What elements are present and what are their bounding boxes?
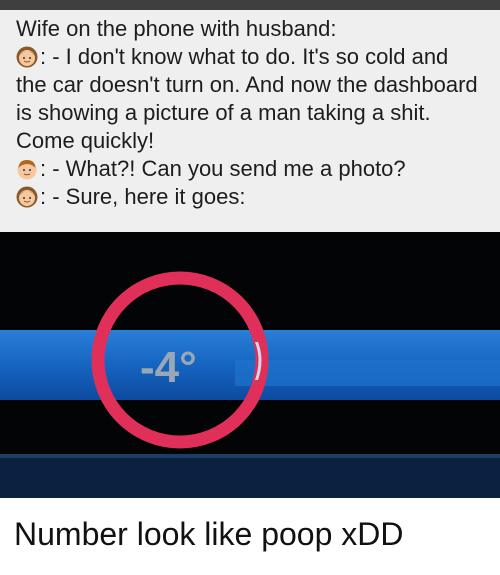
wife-message-line-4: Come quickly! (16, 128, 155, 153)
wife-message-line-1: : - I don't know what to do. It's so col… (16, 44, 448, 74)
wife-reply: : - Sure, here it goes: (16, 184, 245, 214)
display-lower-panel (0, 454, 500, 498)
story-heading: Wife on the phone with husband: (16, 16, 337, 41)
caption-text: Number look like poop xDD (14, 516, 404, 552)
wife-message-line-3: is showing a picture of a man taking a s… (16, 100, 431, 125)
husband-message: : - What?! Can you send me a photo? (16, 156, 406, 186)
woman-emoji-icon (16, 46, 38, 68)
woman-emoji-icon (16, 186, 38, 208)
man-emoji-icon (17, 160, 37, 180)
temperature-reading: -4° (140, 343, 197, 392)
story-text-panel: Wife on the phone with husband: : - I do… (0, 10, 500, 232)
top-band (0, 0, 500, 10)
dashboard-photo: -4° (0, 232, 500, 498)
dashboard-photo-art: -4° (0, 232, 500, 498)
wife-message-line-2: the car doesn't turn on. And now the das… (16, 72, 478, 97)
